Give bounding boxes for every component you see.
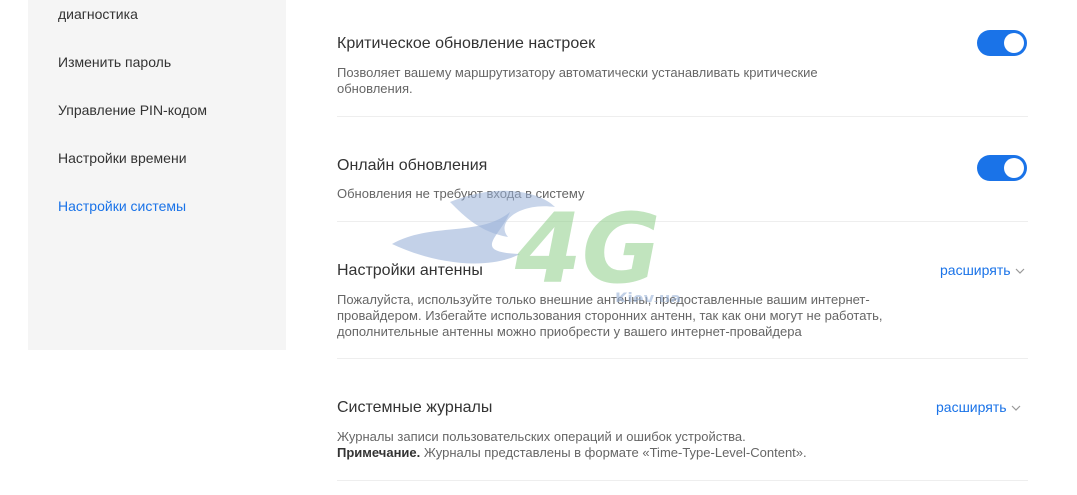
divider bbox=[337, 221, 1028, 222]
toggle-knob bbox=[1004, 158, 1024, 178]
divider bbox=[337, 358, 1028, 359]
system-logs-expand-label: расширять bbox=[936, 399, 1007, 415]
system-logs-title: Системные журналы bbox=[337, 399, 493, 416]
online-update-toggle[interactable] bbox=[977, 155, 1027, 181]
critical-update-toggle[interactable] bbox=[977, 30, 1027, 56]
critical-update-section: Критическое обновление настроек Позволяе… bbox=[337, 30, 1028, 105]
system-logs-note-text: Журналы представлены в формате «Time-Typ… bbox=[420, 445, 807, 460]
online-update-title: Онлайн обновления bbox=[337, 157, 488, 174]
antenna-expand-link[interactable]: расширять bbox=[940, 262, 1025, 278]
sidebar-item-time-settings[interactable]: Настройки времени bbox=[58, 150, 187, 166]
system-logs-desc: Журналы записи пользовательских операций… bbox=[337, 429, 977, 461]
antenna-desc: Пожалуйста, используйте только внешние а… bbox=[337, 292, 883, 339]
chevron-down-icon bbox=[1011, 405, 1020, 412]
system-logs-note-label: Примечание. bbox=[337, 445, 421, 460]
antenna-section: Настройки антенны расширять Пожалуйста, … bbox=[337, 262, 1028, 352]
critical-update-title: Критическое обновление настроек bbox=[337, 35, 596, 52]
sidebar: диагностика Изменить пароль Управление P… bbox=[28, 0, 286, 350]
online-update-section: Онлайн обновления Обновления не требуют … bbox=[337, 155, 1028, 207]
system-logs-desc-line: Журналы записи пользовательских операций… bbox=[337, 429, 746, 444]
antenna-expand-label: расширять bbox=[940, 262, 1011, 278]
sidebar-item-pin-management[interactable]: Управление PIN-кодом bbox=[58, 102, 207, 118]
online-update-desc: Обновления не требуют входа в систему bbox=[337, 186, 585, 201]
system-logs-section: Системные журналы расширять Журналы запи… bbox=[337, 399, 1028, 469]
divider bbox=[337, 116, 1028, 117]
system-logs-expand-link[interactable]: расширять bbox=[936, 399, 1021, 415]
toggle-knob bbox=[1004, 33, 1024, 53]
chevron-down-icon bbox=[1015, 268, 1024, 275]
sidebar-item-system-settings[interactable]: Настройки системы bbox=[58, 198, 186, 214]
system-logs-note: Примечание. Журналы представлены в форма… bbox=[337, 445, 977, 461]
sidebar-item-diagnostics[interactable]: диагностика bbox=[58, 6, 138, 22]
critical-update-desc: Позволяет вашему маршрутизатору автомати… bbox=[337, 65, 818, 96]
antenna-title: Настройки антенны bbox=[337, 262, 483, 279]
sidebar-item-change-password[interactable]: Изменить пароль bbox=[58, 54, 171, 70]
divider bbox=[337, 480, 1028, 481]
